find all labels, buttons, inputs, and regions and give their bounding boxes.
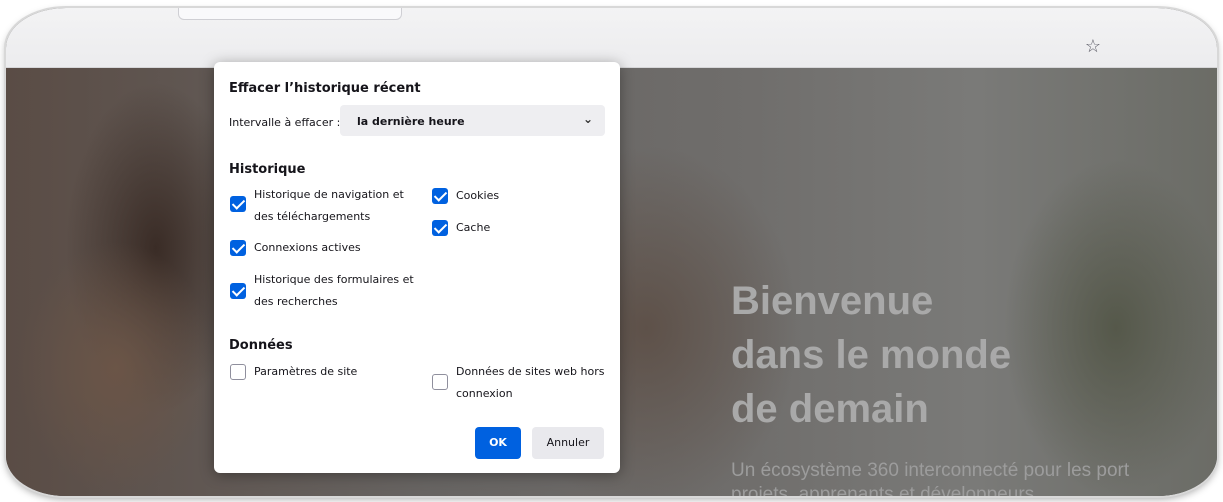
interval-selected-value: la dernière heure (357, 115, 465, 128)
checkbox-offline-website-data[interactable]: Données de sites web hors connexion (432, 361, 606, 405)
clear-history-dialog: Effacer l’historique récent Intervalle à… (214, 62, 620, 473)
checkbox-label: Cache (456, 221, 491, 234)
checkbox-label: Connexions actives (254, 241, 361, 254)
hero-title-line: dans le monde (731, 333, 1012, 377)
checkbox[interactable] (230, 364, 246, 380)
checkbox[interactable] (432, 188, 448, 204)
checkbox-form-history[interactable]: Historique des formulaires et des recher… (230, 269, 424, 313)
data-section-heading: Données (229, 338, 293, 353)
checkbox[interactable] (432, 220, 448, 236)
checkbox[interactable] (230, 240, 246, 256)
checkbox-cookies[interactable]: Cookies (432, 185, 499, 207)
hero-title: Bienvenue dans le monde de demain (731, 274, 1151, 436)
star-icon[interactable]: ☆ (1083, 36, 1103, 56)
ok-button[interactable]: OK (475, 427, 521, 459)
checkbox-label: Historique des formulaires et des recher… (254, 273, 414, 308)
checkbox[interactable] (432, 374, 448, 390)
hero-subtitle: Un écosystème 360 interconnecté pour les… (731, 459, 1217, 496)
hero-title-line: de demain (731, 387, 929, 431)
checkbox-label: Paramètres de site (254, 365, 358, 378)
checkbox-label: Données de sites web hors connexion (456, 365, 605, 400)
checkbox-active-logins[interactable]: Connexions actives (230, 237, 424, 259)
interval-select[interactable]: la dernière heure ⌄ (340, 105, 605, 136)
address-bar[interactable] (178, 8, 402, 20)
checkbox-site-settings[interactable]: Paramètres de site (230, 361, 357, 383)
browser-toolbar: ☆ (6, 8, 1217, 68)
checkbox-browsing-history[interactable]: Historique de navigation et des téléchar… (230, 184, 424, 228)
checkbox[interactable] (230, 196, 246, 212)
history-section-heading: Historique (229, 162, 306, 177)
interval-label: Intervalle à effacer : (229, 116, 341, 129)
hero-subtitle-line: projets, apprenants et développeurs. (731, 484, 1040, 496)
hero-title-line: Bienvenue (731, 279, 934, 323)
checkbox-label: Cookies (456, 189, 500, 202)
cancel-button[interactable]: Annuler (532, 427, 604, 459)
checkbox-label: Historique de navigation et des téléchar… (254, 188, 404, 223)
checkbox[interactable] (230, 283, 246, 299)
checkbox-cache[interactable]: Cache (432, 217, 490, 239)
dialog-title: Effacer l’historique récent (229, 81, 421, 96)
chevron-down-icon: ⌄ (582, 112, 593, 126)
hero-subtitle-line: Un écosystème 360 interconnecté pour les… (731, 460, 1130, 481)
